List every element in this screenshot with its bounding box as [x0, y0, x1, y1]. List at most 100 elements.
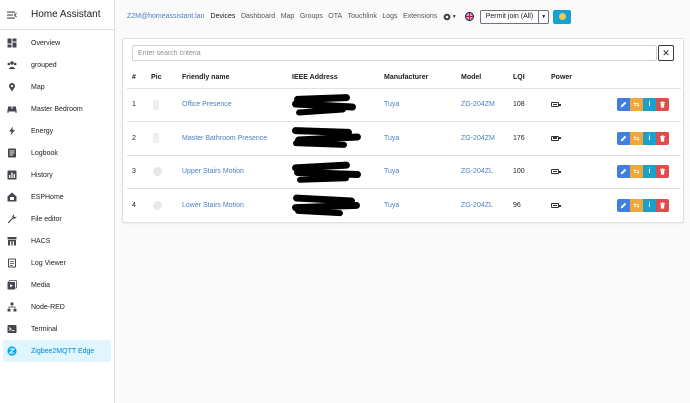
col-header-friendly-name[interactable]: Friendly name: [182, 68, 292, 88]
device-name-link[interactable]: Office Presence: [182, 87, 292, 122]
permit-join-label: Permit join (All): [485, 13, 534, 20]
nav-extensions[interactable]: Extensions: [403, 13, 437, 20]
app-title: Home Assistant: [31, 9, 101, 20]
edit-icon: [620, 202, 627, 209]
nav-devices[interactable]: Devices: [211, 13, 236, 20]
esphome-icon: [7, 192, 17, 202]
delete-button[interactable]: [656, 165, 669, 179]
node-red-icon: [7, 302, 17, 312]
col-header-pic[interactable]: Pic: [147, 68, 182, 88]
group-icon: [7, 60, 17, 70]
info-button[interactable]: i: [643, 165, 656, 179]
ieee-address-redacted: [291, 154, 384, 189]
device-name-link[interactable]: Lower Stairs Motion: [182, 188, 292, 222]
sidebar-item-overview[interactable]: Overview: [0, 32, 114, 54]
manufacturer-link[interactable]: Tuya: [384, 188, 461, 222]
col-header-manufacturer[interactable]: Manufacturer: [384, 68, 461, 88]
permit-join-dropdown[interactable]: ▼: [538, 9, 548, 24]
device-pic: [147, 154, 182, 189]
menu-icon[interactable]: [7, 10, 17, 20]
settings-dropdown[interactable]: ▼: [443, 12, 457, 21]
edit-button[interactable]: [617, 199, 630, 212]
ieee-address-redacted: [291, 87, 384, 122]
info-button[interactable]: i: [643, 199, 656, 212]
language-flag-icon[interactable]: [464, 12, 474, 21]
chevron-down-icon: ▼: [451, 13, 457, 20]
power-cell: [551, 154, 601, 189]
nav-touchlink[interactable]: Touchlink: [348, 13, 377, 20]
nav-logs[interactable]: Logs: [382, 13, 397, 20]
model-link[interactable]: ZG-204ZL: [461, 188, 513, 222]
edit-icon: [620, 101, 627, 108]
edit-button[interactable]: [617, 98, 630, 112]
join-status-button[interactable]: [553, 9, 572, 24]
reconfigure-button[interactable]: [630, 165, 643, 179]
sidebar-item-log-viewer[interactable]: Log Viewer: [0, 252, 114, 274]
reconfigure-button[interactable]: [630, 98, 643, 112]
nav-dashboard[interactable]: Dashboard: [241, 13, 275, 20]
nav-groups[interactable]: Groups: [300, 13, 323, 20]
sidebar-item-label: ESPHome: [31, 193, 64, 201]
manufacturer-link[interactable]: Tuya: [384, 87, 461, 122]
sidebar-item-esphome[interactable]: ESPHome: [0, 186, 114, 208]
sidebar-item-map[interactable]: Map: [0, 76, 114, 98]
sidebar-item-node-red[interactable]: Node-RED: [0, 296, 114, 318]
sidebar-item-logbook[interactable]: Logbook: [0, 142, 114, 164]
edit-button[interactable]: [617, 131, 630, 145]
table-row: 3 Upper Stairs Motion Tuya ZG-204ZL 100 …: [127, 154, 681, 189]
battery-icon: [551, 169, 561, 175]
refresh-icon: [633, 135, 640, 141]
sidebar-item-label: Overview: [31, 39, 61, 47]
delete-button[interactable]: [656, 199, 669, 212]
device-name-link[interactable]: Upper Stairs Motion: [182, 154, 292, 189]
sidebar-item-file-editor[interactable]: File editor: [0, 208, 114, 230]
host-link[interactable]: Z2M@homeassistant.lan: [127, 13, 205, 20]
clear-search-button[interactable]: ✕: [658, 45, 674, 61]
col-header-model[interactable]: Model: [461, 68, 513, 88]
device-name-link[interactable]: Master Bathroom Presence: [182, 121, 292, 155]
model-link[interactable]: ZG-204ZM: [461, 121, 513, 155]
power-cell: [551, 87, 601, 122]
model-link[interactable]: ZG-204ZL: [461, 154, 513, 189]
media-icon: [7, 280, 17, 290]
search-input[interactable]: [132, 45, 657, 61]
map-icon: [7, 82, 17, 92]
sidebar-item-terminal[interactable]: Terminal: [0, 318, 114, 340]
manufacturer-link[interactable]: Tuya: [384, 154, 461, 189]
info-button[interactable]: i: [643, 98, 656, 112]
sidebar-item-label: grouped: [31, 61, 57, 69]
device-pic: [147, 188, 182, 222]
info-button[interactable]: i: [643, 131, 656, 145]
sidebar-item-zigbee2mqtt-edge[interactable]: Zigbee2MQTT Edge: [3, 340, 111, 362]
device-pic: [147, 121, 182, 155]
reconfigure-button[interactable]: [630, 199, 643, 212]
sidebar-item-master-bedroom[interactable]: Master Bedroom: [0, 98, 114, 120]
sidebar-item-history[interactable]: History: [0, 164, 114, 186]
sidebar-item-media[interactable]: Media: [0, 274, 114, 296]
nav-map[interactable]: Map: [281, 13, 295, 20]
col-header-lqi[interactable]: LQI: [513, 68, 551, 88]
reconfigure-button[interactable]: [630, 131, 643, 145]
sidebar-item-grouped[interactable]: grouped: [0, 54, 114, 76]
logbook-icon: [7, 148, 17, 158]
col-header-ieee[interactable]: IEEE Address: [292, 68, 384, 88]
col-header-num[interactable]: #: [127, 68, 147, 88]
delete-button[interactable]: [656, 98, 669, 112]
sidebar-item-hacs[interactable]: HACS: [0, 230, 114, 252]
model-link[interactable]: ZG-204ZM: [461, 87, 513, 122]
col-header-actions: [601, 68, 681, 88]
devices-card: ✕ # Pic Friendly name IEEE Address Manuf…: [122, 38, 684, 223]
edit-button[interactable]: [617, 165, 630, 179]
device-image-icon: [153, 99, 159, 110]
wrench-icon: [7, 214, 17, 224]
col-header-power[interactable]: Power: [551, 68, 601, 88]
sidebar-item-energy[interactable]: Energy: [0, 120, 114, 142]
refresh-icon: [633, 203, 640, 208]
nav-ota[interactable]: OTA: [328, 13, 342, 20]
bed-icon: [7, 104, 17, 114]
actions-cell: i: [601, 188, 681, 222]
delete-button[interactable]: [656, 131, 669, 145]
permit-join-button[interactable]: Permit join (All) ▼: [479, 9, 550, 24]
manufacturer-link[interactable]: Tuya: [384, 121, 461, 155]
power-cell: [551, 121, 601, 155]
